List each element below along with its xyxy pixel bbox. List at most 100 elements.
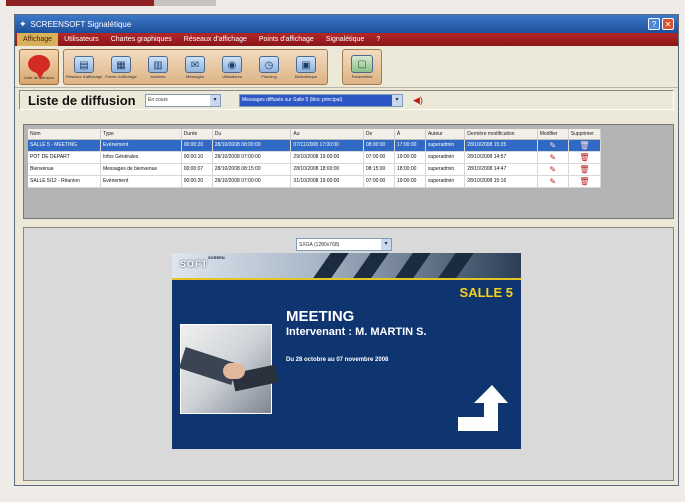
decorative-bar — [6, 0, 154, 6]
signage-preview: SCREEN SOFT SALLE 5 MEETING Intervenant … — [172, 253, 521, 449]
table-row[interactable]: SALLE 5/12 - Réunion Evénement 00:00:20 … — [28, 175, 602, 188]
toolbar-button-bibliotheque[interactable]: ▣ Bibliothèque — [288, 52, 324, 82]
direction-arrow-icon — [458, 385, 508, 431]
menu-help[interactable]: ? — [370, 36, 386, 43]
toolbar-caption: Points d'affichage — [105, 73, 137, 79]
toolbar-caption: Réseaux d'affichage — [65, 73, 103, 79]
diffusion-table: Nom Type Durée Du Au De À Auteur Dernièr… — [28, 129, 602, 188]
column-header[interactable]: Type — [100, 129, 182, 140]
status-select-value: En cours — [148, 97, 168, 103]
column-header[interactable]: Dernière modification — [464, 129, 538, 140]
menu-reseaux-affichage[interactable]: Réseaux d'affichage — [178, 36, 253, 43]
cell-end-time: 19:00:00 — [394, 175, 426, 188]
menu-signaletique[interactable]: Signalétique — [320, 36, 371, 43]
cell-to: 29/10/2008 19:00:00 — [290, 151, 364, 164]
table-row[interactable]: Bienvenue Messages de bienvenue 00:00:07… — [28, 163, 602, 176]
room-label: SALLE 5 — [459, 285, 513, 300]
decorative-stripe — [353, 253, 389, 278]
menu-points-affichage[interactable]: Points d'affichage — [253, 36, 320, 43]
trash-icon[interactable]: 🗑 — [568, 139, 602, 152]
event-speaker: Intervenant : M. MARTIN S. — [286, 326, 427, 338]
chevron-down-icon: ▾ — [392, 94, 402, 106]
window-title: SCREENSOFT Signalétique — [30, 19, 132, 29]
preview-header: SCREEN SOFT — [172, 253, 521, 278]
help-button[interactable]: ? — [648, 18, 660, 30]
menu-affichage[interactable]: Affichage — [17, 33, 59, 46]
edit-icon[interactable]: ✎ — [537, 175, 569, 188]
resolution-select[interactable]: SXGA (1280x768) ▾ — [296, 238, 392, 251]
preview-pane: SXGA (1280x768) ▾ SCREEN SOFT SALLE 5 ME… — [23, 227, 674, 481]
close-button[interactable]: ✕ — [662, 18, 674, 30]
trash-icon[interactable]: 🗑 — [568, 175, 602, 188]
cell-start-time: 07:00:00 — [363, 151, 395, 164]
status-select[interactable]: En cours ▾ — [145, 93, 221, 107]
cell-author: superadmin — [425, 139, 466, 152]
cell-duration: 00:00:10 — [181, 151, 213, 164]
edit-icon[interactable]: ✎ — [537, 163, 569, 176]
toolbar-button-messages[interactable]: ✉ Messages — [177, 52, 213, 82]
speech-bubble-icon — [28, 54, 50, 79]
speaker-icon[interactable]: ◀) — [413, 95, 423, 105]
trash-icon[interactable]: 🗑 — [568, 151, 602, 164]
toolbar-caption: Messages — [185, 73, 205, 79]
column-header[interactable]: Du — [212, 129, 292, 140]
toolbar: Liste de diffusion ▤ Réseaux d'affichage… — [15, 46, 678, 88]
cell-type: Infos Générales — [100, 151, 182, 164]
cell-author: superadmin — [425, 151, 466, 164]
menu-chartes-graphiques[interactable]: Chartes graphiques — [105, 36, 178, 43]
toolbar-button-planning[interactable]: ◷ Planning — [251, 52, 287, 82]
photo-shape — [223, 363, 245, 379]
decorative-bar-grey — [154, 0, 216, 6]
column-header[interactable]: Au — [290, 129, 364, 140]
column-header[interactable]: Supprimer — [568, 129, 602, 140]
column-header[interactable]: À — [394, 129, 426, 140]
cell-modified: 28/10/2008 14:57 — [464, 151, 538, 164]
users-icon: ◉ — [222, 55, 242, 73]
filter-bar: Liste de diffusion En cours ▾ Messages d… — [19, 90, 674, 110]
column-header[interactable]: Nom — [28, 129, 101, 140]
cell-modified: 28/10/2008 15:25 — [464, 139, 538, 152]
toolbar-button-reseaux[interactable]: ▤ Réseaux d'affichage — [66, 52, 102, 82]
trash-icon[interactable]: 🗑 — [568, 163, 602, 176]
toolbar-strip: ▤ Réseaux d'affichage ▦ Points d'afficha… — [63, 49, 328, 85]
resolution-select-value: SXGA (1280x768) — [299, 241, 340, 248]
edit-icon[interactable]: ✎ — [537, 139, 569, 152]
toolbar-caption: Bibliothèque — [294, 73, 318, 79]
app-window: ✦ SCREENSOFT Signalétique ? ✕ Affichage … — [14, 14, 679, 486]
toolbar-caption: Utilisateurs — [222, 73, 242, 79]
event-title: MEETING — [286, 308, 355, 325]
logo-text-small: SCREEN — [208, 255, 225, 260]
column-header[interactable]: De — [363, 129, 395, 140]
menu-utilisateurs[interactable]: Utilisateurs — [58, 36, 105, 43]
cell-duration: 00:00:20 — [181, 175, 213, 188]
cell-end-time: 18:00:00 — [394, 163, 426, 176]
screen-icon: ▦ — [111, 55, 131, 73]
liste-diffusion-button[interactable]: Liste de diffusion — [19, 49, 59, 85]
network-icon: ▤ — [74, 55, 94, 73]
cell-type: Evénement — [100, 175, 182, 188]
cell-to: 28/10/2008 18:00:00 — [290, 163, 364, 176]
cell-end-time: 17:00:00 — [394, 139, 426, 152]
toolbar-button-points[interactable]: ▦ Points d'affichage — [103, 52, 139, 82]
toolbar-caption: Paramètres — [351, 74, 373, 79]
toolbar-button-modeles[interactable]: ▥ Modèles — [140, 52, 176, 82]
table-row[interactable]: SALLE 5 - MEETING Evénement 00:00:20 28/… — [28, 139, 602, 152]
table-header-row: Nom Type Durée Du Au De À Auteur Dernièr… — [28, 129, 602, 140]
cell-type: Evénement — [100, 139, 182, 152]
display-point-select[interactable]: Messages diffusés sur Salle 5 (bloc prin… — [239, 93, 403, 107]
decorative-stripe — [313, 253, 349, 278]
column-header[interactable]: Modifier — [537, 129, 569, 140]
cell-duration: 00:00:20 — [181, 139, 213, 152]
cell-name: Bienvenue — [28, 163, 101, 176]
column-header[interactable]: Durée — [181, 129, 213, 140]
cell-name: SALLE 5/12 - Réunion — [28, 175, 101, 188]
toolbar-button-parametres[interactable]: ▢ Paramètres — [342, 49, 382, 85]
column-header[interactable]: Auteur — [425, 129, 466, 140]
toolbar-button-utilisateurs[interactable]: ◉ Utilisateurs — [214, 52, 250, 82]
handshake-photo — [178, 324, 279, 414]
diffusion-table-pane: Nom Type Durée Du Au De À Auteur Dernièr… — [23, 124, 674, 219]
table-row[interactable]: POT DE DEPART Infos Générales 00:00:10 2… — [28, 151, 602, 164]
cell-end-time: 19:00:00 — [394, 151, 426, 164]
edit-icon[interactable]: ✎ — [537, 151, 569, 164]
template-icon: ▥ — [148, 55, 168, 73]
